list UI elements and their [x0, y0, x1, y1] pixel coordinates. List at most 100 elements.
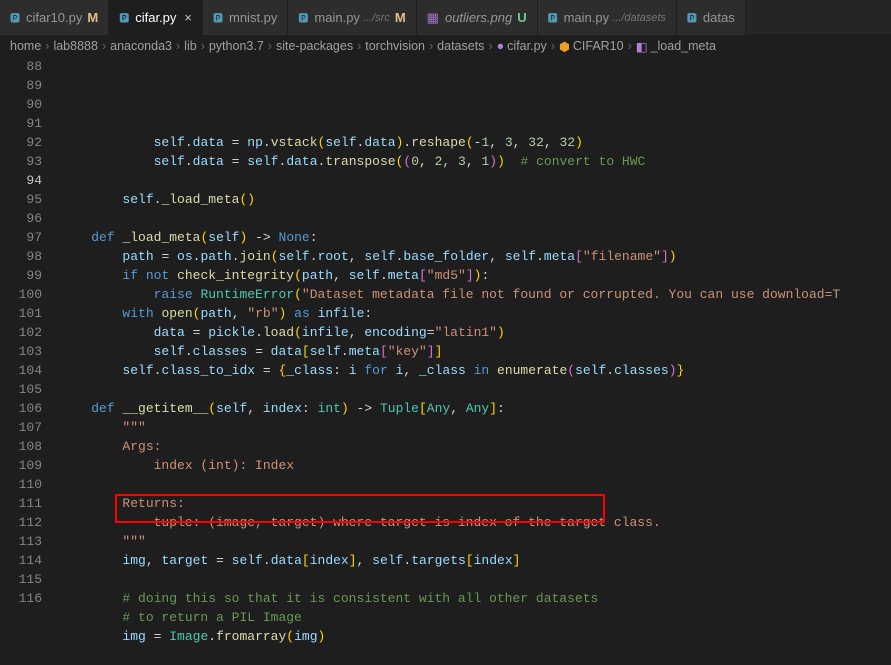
line-number: 111 [0, 494, 42, 513]
line-number: 93 [0, 152, 42, 171]
line-number: 92 [0, 133, 42, 152]
code-line[interactable]: # to return a PIL Image [60, 608, 891, 627]
tab-mnist-py[interactable]: 🅿mnist.py [203, 0, 288, 35]
code-line[interactable]: index (int): Index [60, 456, 891, 475]
code-line[interactable]: tuple: (image, target) where target is i… [60, 513, 891, 532]
tab-label: cifar10.py [26, 10, 82, 25]
code-line[interactable]: raise RuntimeError("Dataset metadata fil… [60, 285, 891, 304]
breadcrumb-label: lib [184, 39, 197, 53]
breadcrumb-item[interactable]: › anaconda3 [98, 39, 172, 53]
code-line[interactable]: def __getitem__(self, index: int) -> Tup… [60, 399, 891, 418]
line-number: 115 [0, 570, 42, 589]
breadcrumb-item[interactable]: ›●cifar.py [484, 39, 546, 53]
code-line[interactable] [60, 646, 891, 665]
breadcrumb-item[interactable]: ›site-packages [264, 39, 353, 53]
tab-cifar-py[interactable]: 🅿cifar.py × [109, 0, 203, 35]
editor: 8889909192939495969798991001011021031041… [0, 57, 891, 625]
line-number: 113 [0, 532, 42, 551]
breadcrumb-label: anaconda3 [110, 39, 172, 53]
code-line[interactable]: data = pickle.load(infile, encoding="lat… [60, 323, 891, 342]
close-icon[interactable]: × [184, 10, 192, 25]
chevron-right-icon: › [201, 39, 205, 53]
code-line[interactable]: self.class_to_idx = {_class: i for i, _c… [60, 361, 891, 380]
code-line[interactable]: self.classes = data[self.meta["key"]] [60, 342, 891, 361]
breadcrumb-item[interactable]: ›datasets [425, 39, 484, 53]
line-number: 114 [0, 551, 42, 570]
line-number: 91 [0, 114, 42, 133]
breadcrumb-item[interactable]: ›torchvision [353, 39, 425, 53]
code-line[interactable]: """ [60, 532, 891, 551]
code-line[interactable]: Args: [60, 437, 891, 456]
line-number: 95 [0, 190, 42, 209]
code-line[interactable] [60, 475, 891, 494]
line-number: 94 [0, 171, 42, 190]
line-number: 106 [0, 399, 42, 418]
file-icon: 🅿 [298, 10, 308, 25]
tab-main-py[interactable]: 🅿main.py.../datasets [538, 0, 677, 35]
line-number: 104 [0, 361, 42, 380]
line-number-gutter: 8889909192939495969798991001011021031041… [0, 57, 60, 625]
line-number: 116 [0, 589, 42, 608]
symbol-icon: ⬢ [559, 39, 570, 54]
code-line[interactable] [60, 570, 891, 589]
tab-main-py[interactable]: 🅿main.py.../src M [288, 0, 416, 35]
line-number: 99 [0, 266, 42, 285]
tab-modified-badge: M [87, 10, 98, 25]
line-number: 90 [0, 95, 42, 114]
breadcrumb-label: site-packages [276, 39, 353, 53]
line-number: 96 [0, 209, 42, 228]
code-line[interactable]: with open(path, "rb") as infile: [60, 304, 891, 323]
code-line[interactable]: path = os.path.join(self.root, self.base… [60, 247, 891, 266]
chevron-right-icon: › [628, 39, 632, 53]
code-line[interactable]: img, target = self.data[index], self.tar… [60, 551, 891, 570]
line-number: 89 [0, 76, 42, 95]
code-line[interactable]: if not check_integrity(path, self.meta["… [60, 266, 891, 285]
line-number: 107 [0, 418, 42, 437]
breadcrumb-item[interactable]: › python3.7 [197, 39, 264, 53]
breadcrumb-label: cifar.py [507, 39, 547, 53]
code-line[interactable]: # doing this so that it is consistent wi… [60, 589, 891, 608]
line-number: 97 [0, 228, 42, 247]
code-line[interactable]: Returns: [60, 494, 891, 513]
breadcrumb-item[interactable]: ›⬢CIFAR10 [547, 39, 624, 54]
code-line[interactable]: self.data = np.vstack(self.data).reshape… [60, 133, 891, 152]
code-line[interactable]: """ [60, 418, 891, 437]
file-icon: 🅿 [548, 10, 558, 25]
code-line[interactable] [60, 171, 891, 190]
tab-path: .../datasets [612, 12, 666, 24]
chevron-right-icon: › [102, 39, 106, 53]
tab-path: .../src [363, 12, 390, 24]
chevron-right-icon: › [176, 39, 180, 53]
tab-modified-badge: M [395, 10, 406, 25]
code-line[interactable] [60, 114, 891, 133]
breadcrumb-label: _load_meta [651, 39, 716, 53]
tab-label: main.py [314, 10, 360, 25]
breadcrumb-item[interactable]: ›lab8888 [41, 39, 98, 53]
breadcrumb: home›lab8888›anaconda3›lib›python3.7›sit… [0, 35, 891, 57]
line-number: 110 [0, 475, 42, 494]
code-line[interactable]: self.data = self.data.transpose((0, 2, 3… [60, 152, 891, 171]
code-line[interactable] [60, 209, 891, 228]
tab-cifar10-py[interactable]: 🅿cifar10.py M [0, 0, 109, 35]
code-line[interactable]: def _load_meta(self) -> None: [60, 228, 891, 247]
chevron-right-icon: › [429, 39, 433, 53]
code-line[interactable]: self._load_meta() [60, 190, 891, 209]
tab-label: datas [703, 10, 735, 25]
breadcrumb-label: home [10, 39, 41, 53]
code-area[interactable]: self.data = np.vstack(self.data).reshape… [60, 57, 891, 625]
tab-label: main.py [564, 10, 610, 25]
tab-label: cifar.py [135, 10, 176, 25]
tab-datas[interactable]: 🅿datas [677, 0, 746, 35]
file-icon: 🅿 [119, 10, 129, 25]
breadcrumb-item[interactable]: › ◧_load_meta [624, 39, 716, 54]
tab-outliers-png[interactable]: ▦outliers.pngU [417, 0, 538, 35]
code-line[interactable] [60, 380, 891, 399]
line-number: 109 [0, 456, 42, 475]
line-number: 88 [0, 57, 42, 76]
breadcrumb-item[interactable]: home [10, 39, 41, 53]
breadcrumb-label: python3.7 [209, 39, 264, 53]
file-icon: 🅿 [10, 10, 20, 25]
code-line[interactable]: img = Image.fromarray(img) [60, 627, 891, 646]
symbol-icon: ◧ [636, 39, 648, 54]
breadcrumb-item[interactable]: › lib [172, 39, 197, 53]
